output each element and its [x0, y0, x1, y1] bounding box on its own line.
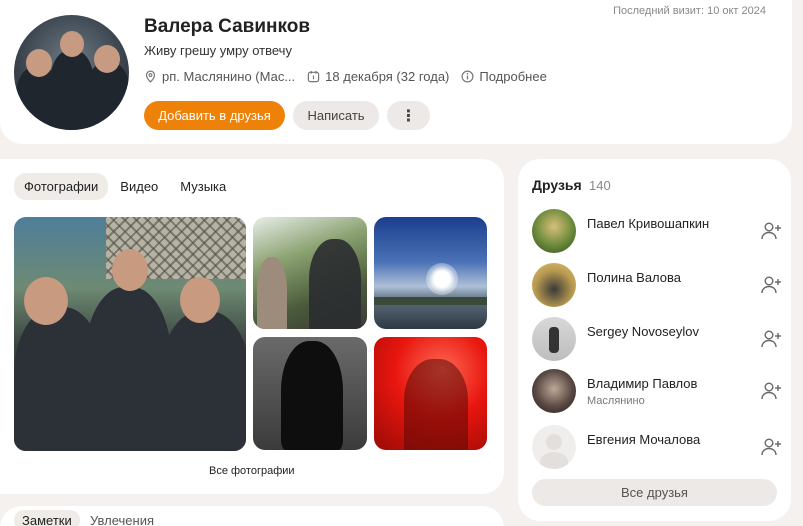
friend-avatar[interactable] [532, 209, 576, 253]
more-info-text: Подробнее [479, 69, 547, 84]
location-pin-icon [145, 70, 156, 83]
profile-actions: Добавить в друзья Написать ⋮ [144, 101, 438, 130]
tab-music[interactable]: Музыка [170, 173, 236, 200]
friend-avatar[interactable] [532, 425, 576, 469]
location-text: рп. Маслянино (Мас... [162, 69, 296, 84]
media-section: Фотографии Видео Музыка Все фотографии [0, 159, 504, 494]
all-friends-button[interactable]: Все друзья [532, 479, 777, 506]
birthday-text: 18 декабря (32 года) [325, 69, 450, 84]
friend-name[interactable]: Евгения Мочалова [587, 432, 700, 447]
add-friend-icon[interactable] [760, 275, 782, 295]
add-friend-icon[interactable] [760, 329, 782, 349]
photo-thumbnail[interactable] [253, 337, 367, 450]
friends-count: 140 [589, 178, 611, 193]
add-friend-icon[interactable] [760, 381, 782, 401]
friends-title[interactable]: Друзья [532, 177, 582, 193]
tab-hobbies[interactable]: Увлечения [82, 510, 162, 526]
tab-photos[interactable]: Фотографии [14, 173, 109, 200]
friend-name[interactable]: Павел Кривошапкин [587, 216, 709, 231]
media-tabs: Фотографии Видео Музыка [14, 173, 238, 200]
photo-thumbnail[interactable] [374, 337, 487, 450]
profile-name: Валера Савинков [144, 16, 311, 37]
calendar-icon [307, 70, 320, 83]
last-visit: Последний визит: 10 окт 2024 [613, 5, 766, 17]
friend-avatar[interactable] [532, 317, 576, 361]
friend-avatar[interactable] [532, 263, 576, 307]
all-photos-link[interactable]: Все фотографии [0, 465, 504, 477]
friend-name[interactable]: Владимир Павлов [587, 376, 697, 391]
more-info-link[interactable]: Подробнее [461, 69, 547, 84]
tab-video[interactable]: Видео [110, 173, 168, 200]
message-button[interactable]: Написать [293, 101, 379, 130]
friend-avatar[interactable] [532, 369, 576, 413]
photo-thumbnail[interactable] [14, 217, 246, 451]
add-friend-icon[interactable] [760, 437, 782, 457]
friends-section: Друзья 140 Павел Кривошапкин Полина Вало… [518, 159, 791, 521]
photo-thumbnail[interactable] [253, 217, 367, 329]
more-options-button[interactable]: ⋮ [387, 101, 430, 130]
birthday-item: 18 декабря (32 года) [307, 69, 449, 84]
friend-item[interactable]: Евгения Мочалова [532, 425, 782, 471]
friend-name[interactable]: Полина Валова [587, 270, 681, 285]
info-icon [461, 70, 474, 83]
location-item[interactable]: рп. Маслянино (Мас... [144, 69, 295, 84]
friend-item[interactable]: Полина Валова [532, 263, 782, 309]
add-friend-button[interactable]: Добавить в друзья [144, 101, 285, 130]
profile-header: Последний визит: 10 окт 2024 Валера Сави… [0, 0, 792, 144]
avatar[interactable] [14, 15, 129, 130]
tab-notes[interactable]: Заметки [14, 510, 80, 526]
add-friend-icon[interactable] [760, 221, 782, 241]
friend-city: Маслянино [587, 395, 645, 407]
profile-status: Живу грешу умру отвечу [144, 43, 292, 58]
profile-meta: рп. Маслянино (Мас... 18 декабря (32 год… [144, 69, 559, 84]
photo-thumbnail[interactable] [374, 217, 487, 329]
friend-item[interactable]: Sergey Novoseylov [532, 317, 782, 363]
friend-item[interactable]: Владимир Павлов Маслянино [532, 369, 782, 415]
friend-item[interactable]: Павел Кривошапкин [532, 209, 782, 255]
friend-name[interactable]: Sergey Novoseylov [587, 324, 699, 339]
